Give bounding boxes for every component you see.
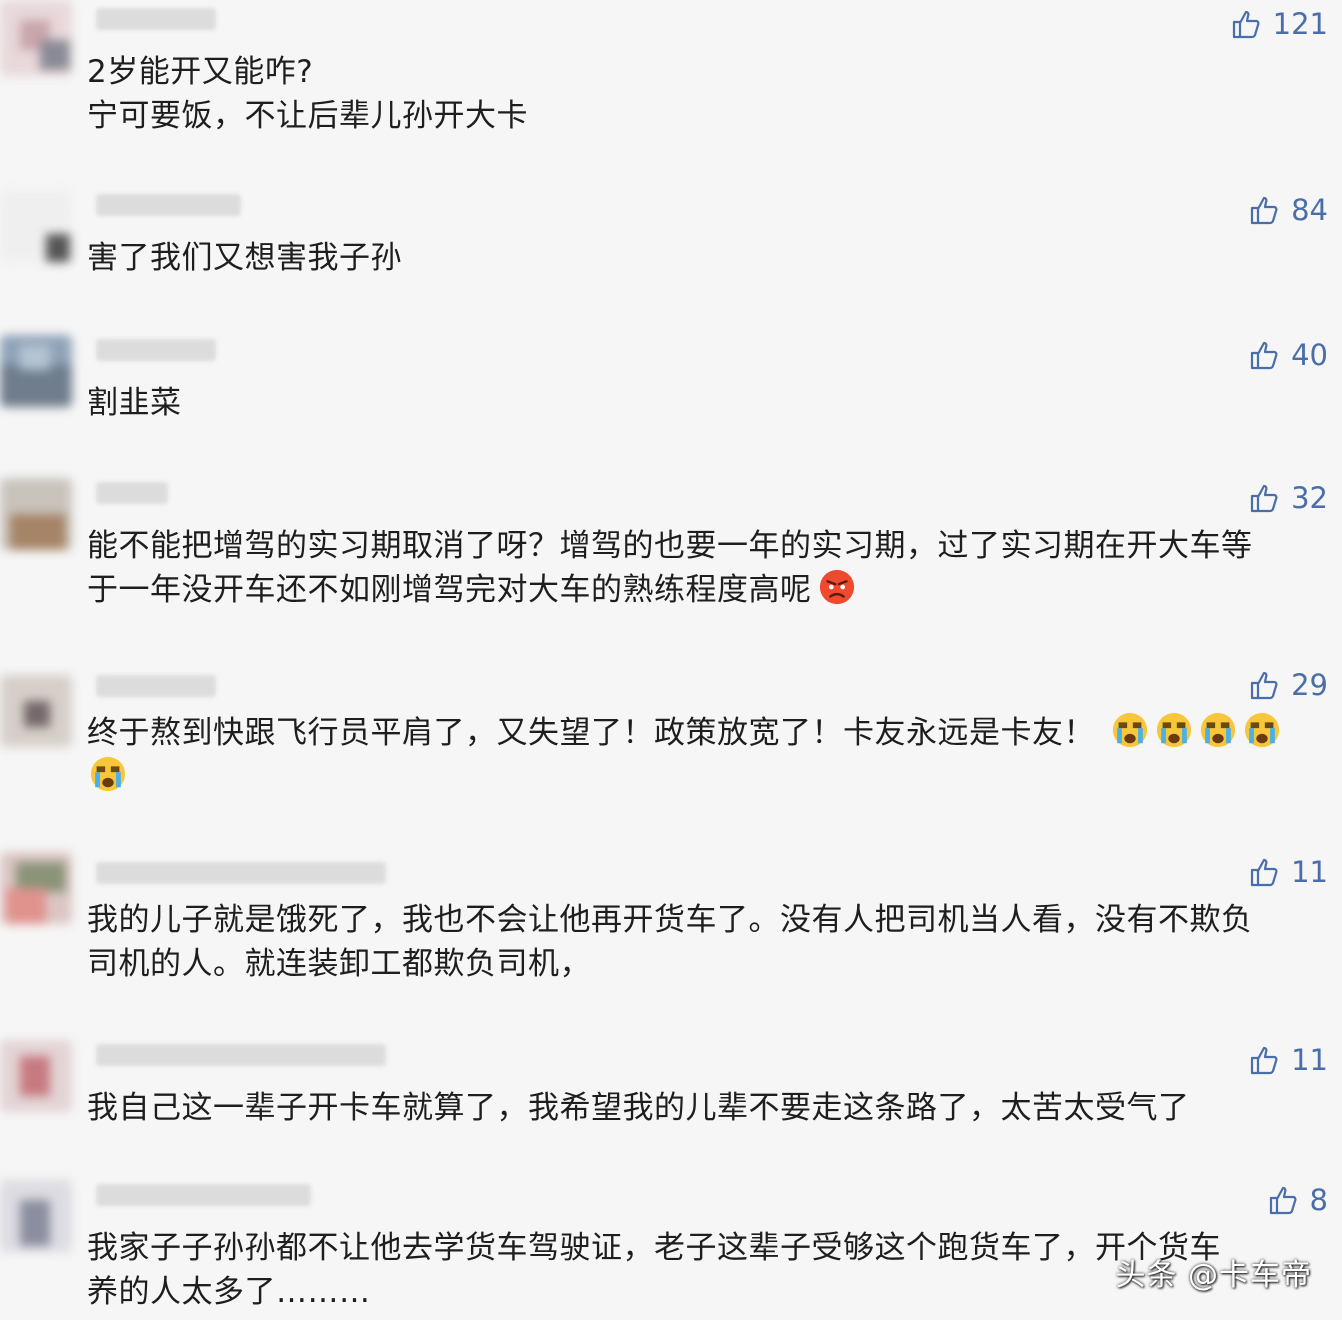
angry-face-icon	[819, 569, 854, 605]
like-button[interactable]: 84	[1249, 190, 1328, 230]
username-blurred[interactable]	[96, 8, 216, 30]
crying-face-icon	[1113, 712, 1148, 748]
thumbs-up-icon	[1269, 1186, 1297, 1215]
like-button[interactable]: 8	[1268, 1180, 1328, 1220]
comment-text: 害了我们又想害我子孙	[87, 240, 402, 276]
username-blurred[interactable]	[96, 862, 386, 884]
thumbs-up-icon	[1250, 196, 1278, 225]
like-count: 29	[1291, 668, 1328, 702]
thumbs-up-icon	[1250, 484, 1278, 513]
comment-text: 割韭菜	[87, 385, 182, 421]
avatar[interactable]	[0, 675, 72, 747]
crying-face-icon	[1157, 712, 1192, 748]
like-count: 8	[1309, 1183, 1328, 1217]
thumbs-up-icon	[1250, 1046, 1278, 1075]
like-button[interactable]: 11	[1249, 852, 1328, 892]
comment-text: 我的儿子就是饿死了，我也不会让他再开货车了。没有人把司机当人看，没有不欺负 司机…	[87, 902, 1253, 982]
crying-face-icon	[1201, 712, 1236, 748]
avatar[interactable]	[0, 335, 72, 407]
username-blurred[interactable]	[96, 1184, 311, 1206]
crying-face-icon	[90, 756, 126, 792]
thumbs-up-icon	[1250, 341, 1278, 370]
watermark: 头条 @卡车帝	[1115, 1258, 1312, 1293]
username-blurred[interactable]	[96, 675, 216, 697]
like-button[interactable]: 29	[1249, 665, 1328, 705]
avatar[interactable]	[0, 0, 72, 76]
comment-text: 2岁能开又能咋? 宁可要饭，不让后辈儿孙开大卡	[87, 54, 528, 134]
like-count: 32	[1291, 481, 1328, 515]
avatar[interactable]	[0, 1040, 72, 1112]
username-blurred[interactable]	[96, 1044, 386, 1066]
avatar[interactable]	[0, 852, 72, 924]
thumbs-up-icon	[1250, 858, 1278, 887]
username-blurred[interactable]	[96, 482, 168, 504]
thumbs-up-icon	[1232, 10, 1260, 39]
avatar[interactable]	[0, 1180, 72, 1252]
like-button[interactable]: 40	[1249, 335, 1328, 375]
comment-text: 终于熬到快跟飞行员平肩了，又失望了！政策放宽了！卡友永远是卡友！	[87, 711, 1317, 799]
avatar[interactable]	[0, 478, 72, 550]
avatar[interactable]	[0, 190, 72, 262]
like-button[interactable]: 32	[1249, 478, 1328, 518]
like-count: 11	[1291, 1043, 1328, 1077]
comment-text: 能不能把增驾的实习期取消了呀？增驾的也要一年的实习期，过了实习期在开大车等 于一…	[87, 528, 1253, 608]
comment-text: 我自己这一辈子开卡车就算了，我希望我的儿辈不要走这条路了，太苦太受气了	[87, 1090, 1190, 1126]
crying-face-icon	[1245, 712, 1280, 748]
like-count: 40	[1291, 338, 1328, 372]
like-count: 84	[1291, 193, 1328, 227]
like-button[interactable]: 11	[1249, 1040, 1328, 1080]
thumbs-up-icon	[1250, 671, 1278, 700]
like-count: 121	[1272, 7, 1328, 41]
like-button[interactable]: 121	[1231, 4, 1328, 44]
username-blurred[interactable]	[96, 194, 241, 216]
like-count: 11	[1291, 855, 1328, 889]
username-blurred[interactable]	[96, 339, 216, 361]
